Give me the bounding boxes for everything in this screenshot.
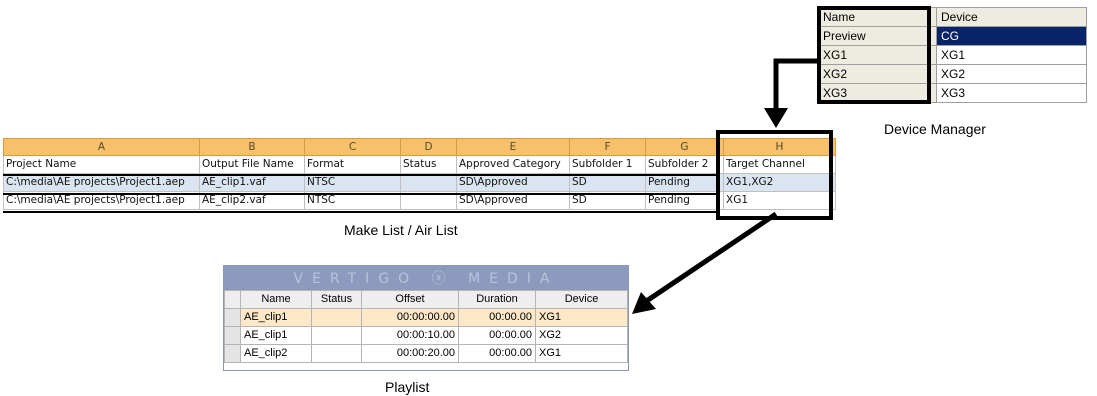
make-list-to-playlist-arrow bbox=[643, 211, 778, 305]
device-manager-to-make-list-arrow bbox=[773, 58, 818, 112]
device-manager-arrowhead bbox=[764, 108, 788, 128]
connector-arrows bbox=[632, 58, 818, 314]
